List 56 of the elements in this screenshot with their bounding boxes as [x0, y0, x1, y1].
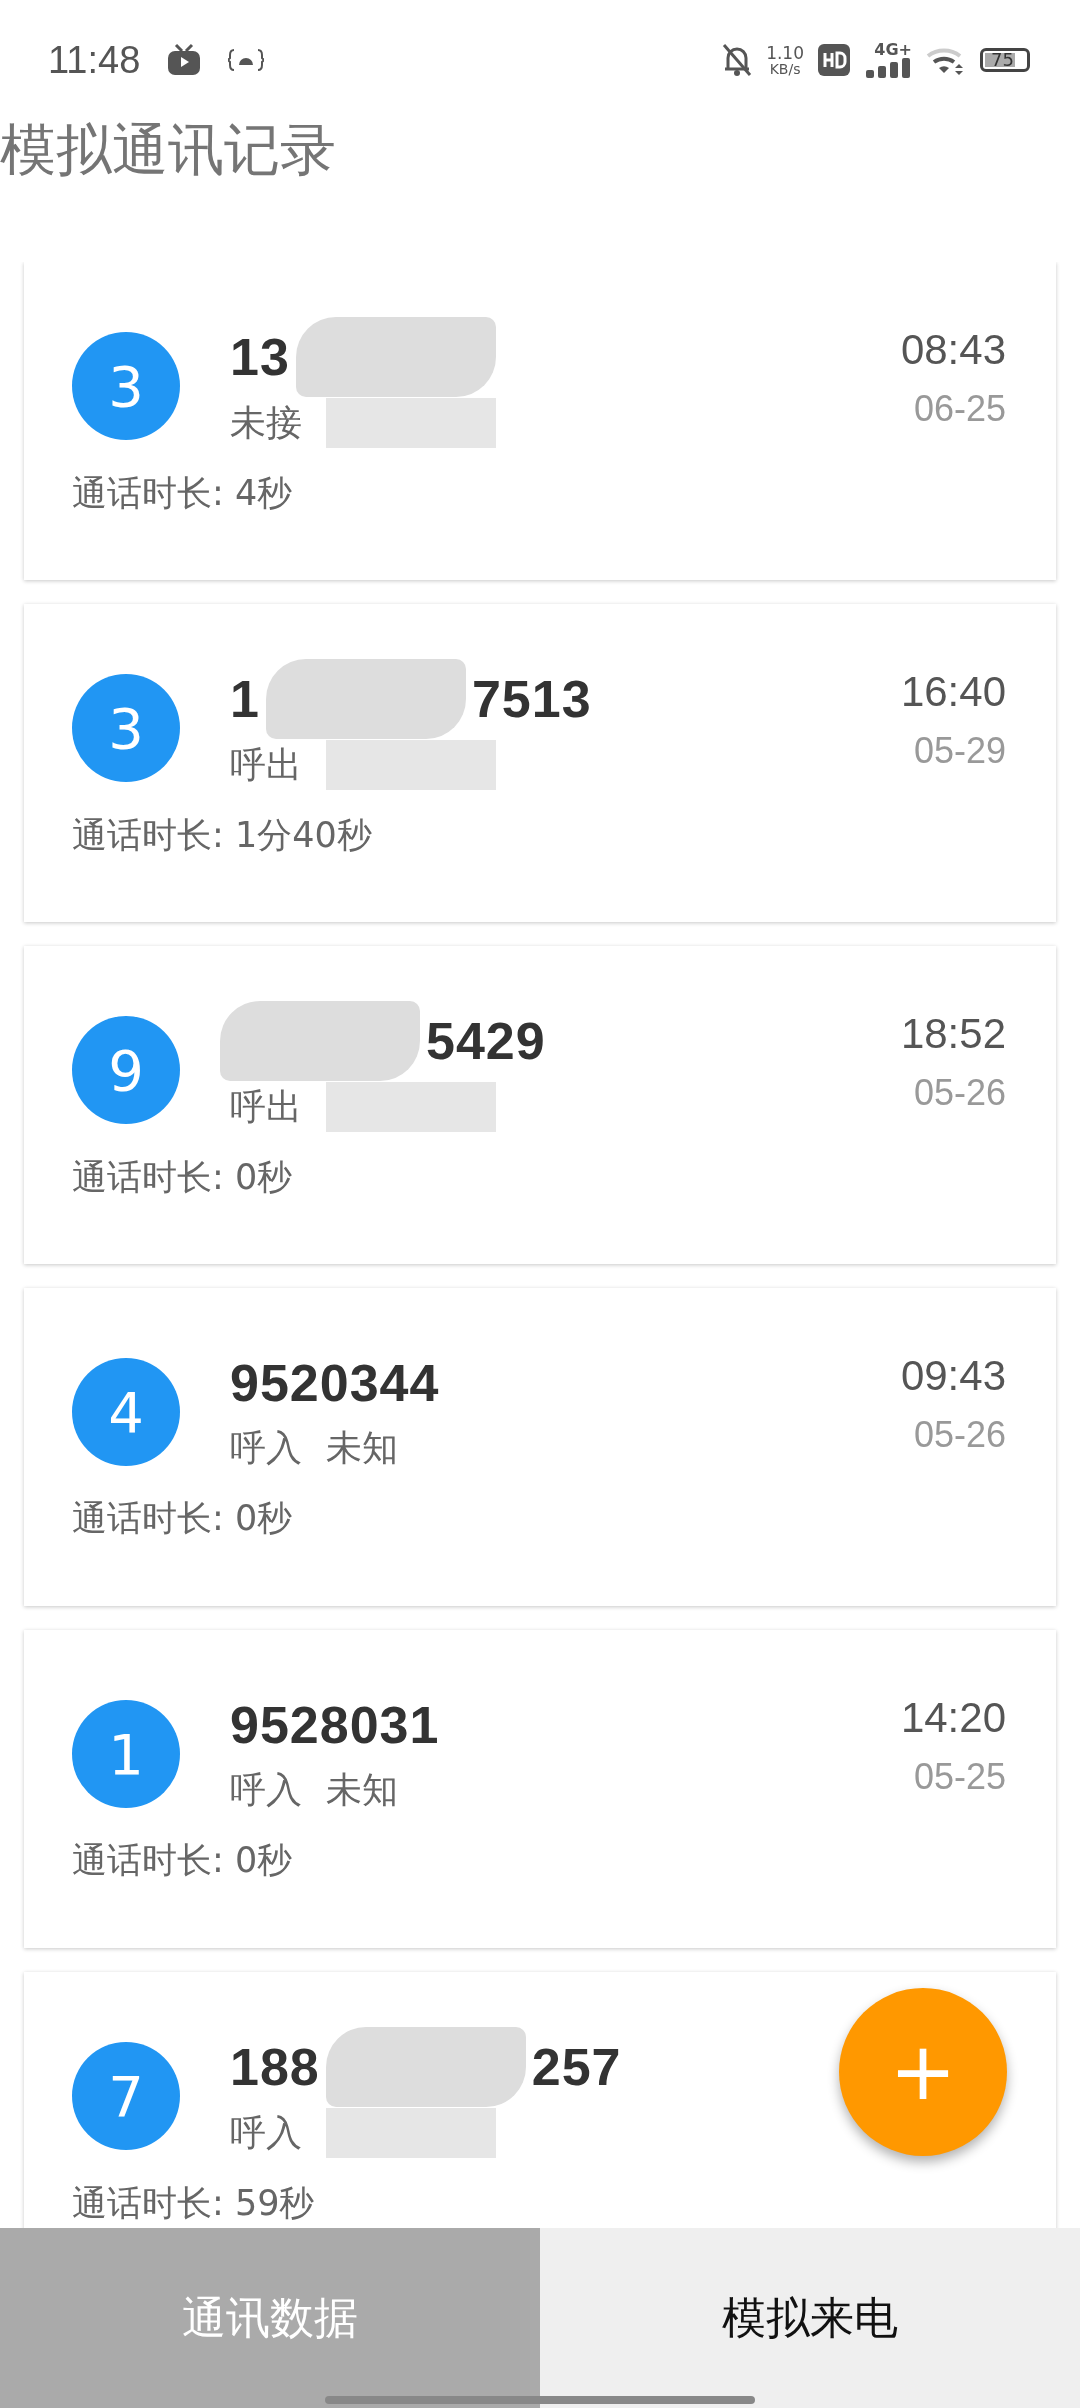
call-duration: 通话时长: 4秒 [72, 472, 294, 515]
avatar-badge: 3 [72, 674, 180, 782]
android-debug-icon [228, 47, 265, 73]
call-date: 05-25 [913, 1756, 1006, 1798]
call-time: 14:20 [900, 1694, 1006, 1742]
tv-icon [166, 43, 203, 77]
call-record-card[interactable]: 3 13 未接 08:43 06-25 通话时长: 4秒 [24, 262, 1056, 580]
call-date: 06-25 [913, 388, 1006, 430]
phone-number: 9528031 [230, 1695, 440, 1755]
call-duration: 通话时长: 0秒 [72, 1839, 294, 1882]
phone-number: 9520344 [230, 1353, 440, 1413]
avatar-badge: 9 [72, 1016, 180, 1124]
call-record-card[interactable]: 1 9528031 呼入 未知 14:20 05-25 通话时长: 0秒 [24, 1630, 1056, 1948]
call-duration: 通话时长: 59秒 [72, 2182, 316, 2225]
call-duration: 通话时长: 1分40秒 [72, 814, 373, 857]
call-date: 05-26 [913, 1414, 1006, 1456]
avatar-badge: 1 [72, 1700, 180, 1808]
battery-level: 75 [991, 51, 1014, 69]
avatar-badge: 7 [72, 2042, 180, 2150]
phone-number: 1 [230, 669, 260, 729]
call-type: 呼入 [230, 1768, 302, 1812]
home-indicator[interactable] [325, 2396, 755, 2404]
phone-number: 5429 [426, 1011, 546, 1071]
call-time: 09:43 [900, 1352, 1006, 1400]
location: 未知 [326, 1768, 398, 1812]
phone-number: 188 [230, 2037, 320, 2097]
call-time: 16:40 [900, 668, 1006, 716]
avatar-badge: 3 [72, 332, 180, 440]
network-speed: 1.10 [766, 44, 804, 62]
call-type: 未接 [230, 400, 302, 445]
phone-number: 13 [230, 327, 290, 387]
tab[interactable]: 模拟来电 [540, 2228, 1080, 2408]
call-record-card[interactable]: 4 9520344 呼入 未知 09:43 05-26 通话时长: 0秒 [24, 1288, 1056, 1606]
phone-number: 7513 [471, 669, 592, 729]
clock: 11:48 [48, 38, 141, 82]
network-type: 4G+ [874, 42, 912, 58]
call-time: 08:43 [900, 326, 1006, 374]
call-type: 呼出 [230, 742, 302, 787]
hd-icon [818, 44, 850, 76]
call-type: 呼出 [230, 1084, 302, 1129]
signal-icon [864, 58, 912, 78]
location: 未知 [326, 1426, 398, 1470]
page-title: 模拟通讯记录 [0, 120, 337, 184]
avatar-badge: 4 [72, 1358, 180, 1466]
phone-number: 257 [531, 2037, 622, 2097]
call-record-card[interactable]: 9 5429 呼出 18:52 05-26 通话时长: 0秒 [24, 946, 1056, 1264]
call-record-card[interactable]: 3 1 7513 呼出 16:40 05-29 通话时长: 1分40秒 [24, 604, 1056, 922]
speed-unit: KB/s [769, 61, 801, 76]
call-date: 05-26 [913, 1072, 1006, 1114]
call-date: 05-29 [913, 730, 1006, 772]
bell-off-icon [722, 43, 753, 77]
call-time: 18:52 [900, 1010, 1006, 1058]
call-duration: 通话时长: 0秒 [72, 1156, 294, 1199]
call-duration: 通话时长: 0秒 [72, 1497, 294, 1540]
call-type: 呼入 [230, 1426, 302, 1470]
call-type: 呼入 [230, 2110, 302, 2155]
